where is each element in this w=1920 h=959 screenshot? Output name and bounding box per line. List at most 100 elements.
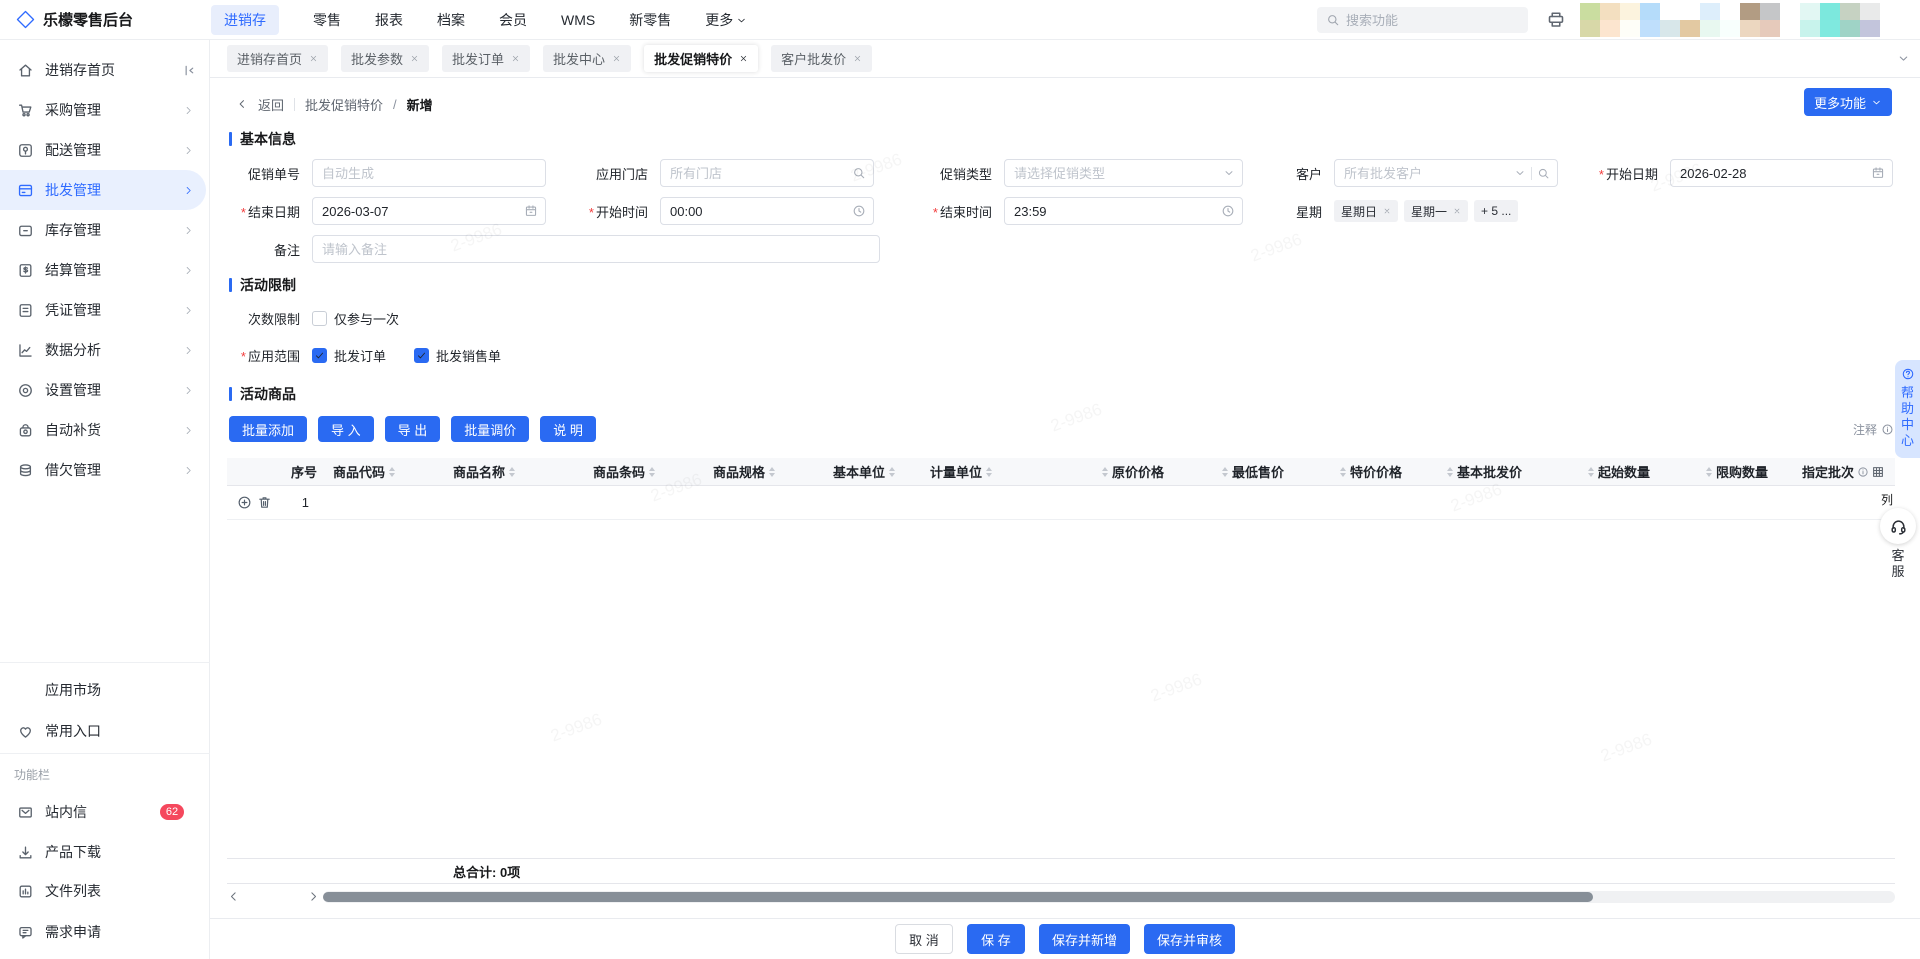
export-button[interactable]: 导 出 xyxy=(384,416,441,442)
clock-icon[interactable] xyxy=(852,204,866,218)
info-icon[interactable] xyxy=(1857,466,1869,478)
scroll-right-icon[interactable] xyxy=(307,890,320,903)
search-input[interactable] xyxy=(1346,12,1496,28)
scrollbar-thumb[interactable] xyxy=(323,892,1593,902)
batch-add-button[interactable]: 批量添加 xyxy=(229,416,308,442)
chevron-down-icon[interactable] xyxy=(1223,167,1235,179)
nav-dangan[interactable]: 档案 xyxy=(437,10,465,30)
global-search[interactable] xyxy=(1317,7,1528,33)
sort-icon[interactable] xyxy=(769,466,776,477)
sidebar-item-inventory[interactable]: 库存管理 xyxy=(0,210,206,250)
breadcrumb-parent[interactable]: 批发促销特价 xyxy=(305,95,383,114)
end-date-input[interactable] xyxy=(313,198,545,224)
promo-type-select[interactable] xyxy=(1005,160,1242,186)
save-button[interactable]: 保 存 xyxy=(966,924,1025,954)
instructions-button[interactable]: 说 明 xyxy=(540,416,596,442)
sidebar-item-analytics[interactable]: 数据分析 xyxy=(0,330,206,370)
sidebar-item-product-download[interactable]: 产品下载 xyxy=(0,832,206,872)
sidebar-item-wholesale[interactable]: 批发管理 xyxy=(0,170,206,210)
sidebar-item-settings[interactable]: 设置管理 xyxy=(0,370,206,410)
chevron-down-icon[interactable] xyxy=(1514,167,1526,179)
sidebar-item-request[interactable]: 需求申请 xyxy=(0,912,206,952)
close-icon[interactable] xyxy=(1383,207,1391,215)
sidebar-item-messages[interactable]: 站内信 62 xyxy=(0,792,206,832)
calendar-icon[interactable] xyxy=(1871,166,1885,180)
close-icon[interactable] xyxy=(1453,207,1461,215)
sort-icon[interactable] xyxy=(889,466,896,477)
nav-jinxiaocun[interactable]: 进销存 xyxy=(211,4,279,35)
import-button[interactable]: 导 入 xyxy=(318,416,374,442)
nav-xinlingshou[interactable]: 新零售 xyxy=(629,10,671,30)
column-settings-label[interactable]: 列 xyxy=(1881,491,1893,508)
sidebar-item-favorites[interactable]: 常用入口 xyxy=(0,711,206,751)
close-icon[interactable] xyxy=(612,54,621,63)
sort-icon[interactable] xyxy=(1221,466,1228,477)
sort-icon[interactable] xyxy=(649,466,656,477)
weekday-tag[interactable]: 星期一 xyxy=(1404,200,1469,222)
tab-customer-wholesale-price[interactable]: 客户批发价 xyxy=(771,45,873,72)
checkbox-label[interactable]: 仅参与一次 xyxy=(334,309,399,328)
col-special-price[interactable]: 特价价格 xyxy=(1292,462,1410,481)
help-center-tab[interactable]: 帮助中心 xyxy=(1895,360,1920,458)
col-base-wholesale-price[interactable]: 基本批发价 xyxy=(1410,462,1530,481)
sidebar-item-debt[interactable]: 借欠管理 xyxy=(0,450,206,490)
back-link[interactable]: 返回 xyxy=(258,95,284,114)
cancel-button[interactable]: 取 消 xyxy=(894,924,953,954)
close-icon[interactable] xyxy=(410,54,419,63)
nav-wms[interactable]: WMS xyxy=(561,12,595,28)
sort-icon[interactable] xyxy=(1446,466,1453,477)
tab-wholesale-params[interactable]: 批发参数 xyxy=(341,45,430,72)
customer-service-widget[interactable]: 客服 xyxy=(1879,508,1917,580)
scroll-left-icon[interactable] xyxy=(227,890,240,903)
col-limit-qty[interactable]: 限购数量 xyxy=(1658,462,1776,481)
sidebar-collapse-icon[interactable] xyxy=(181,63,196,78)
tab-jinxiaocun-home[interactable]: 进销存首页 xyxy=(227,45,329,72)
add-row-icon[interactable] xyxy=(237,495,252,510)
save-and-audit-button[interactable]: 保存并审核 xyxy=(1144,924,1236,954)
search-icon[interactable] xyxy=(852,166,866,180)
sidebar-item-settlement[interactable]: 结算管理 xyxy=(0,250,206,290)
col-product-code[interactable]: 商品代码 xyxy=(325,462,445,481)
sidebar-item-home[interactable]: 进销存首页 xyxy=(0,50,206,90)
start-date-input[interactable] xyxy=(1671,160,1892,186)
batch-price-adjust-button[interactable]: 批量调价 xyxy=(451,416,530,442)
chevron-left-icon[interactable] xyxy=(236,98,248,110)
scope-wholesale-sale-checkbox[interactable] xyxy=(414,348,430,363)
tab-wholesale-orders[interactable]: 批发订单 xyxy=(442,45,531,72)
promo-no-input[interactable] xyxy=(313,160,545,186)
sidebar-item-app-market[interactable]: 应用市场 xyxy=(0,670,206,710)
save-and-new-button[interactable]: 保存并新增 xyxy=(1038,924,1130,954)
sort-icon[interactable] xyxy=(986,466,993,477)
col-original-price[interactable]: 原价价格 xyxy=(1032,462,1172,481)
column-settings-button[interactable] xyxy=(1871,465,1893,479)
sort-icon[interactable] xyxy=(1587,466,1594,477)
weekday-tag[interactable]: 星期日 xyxy=(1334,200,1399,222)
sidebar-item-delivery[interactable]: 配送管理 xyxy=(0,130,206,170)
sort-icon[interactable] xyxy=(509,466,516,477)
nav-baobiao[interactable]: 报表 xyxy=(375,10,403,30)
annotation-toggle[interactable]: 注释 xyxy=(1853,421,1894,438)
scrollbar-track[interactable] xyxy=(323,891,1895,903)
clock-icon[interactable] xyxy=(1221,204,1235,218)
delete-row-icon[interactable] xyxy=(257,495,272,510)
printer-icon[interactable] xyxy=(1546,9,1566,32)
sort-icon[interactable] xyxy=(389,466,396,477)
col-start-qty[interactable]: 起始数量 xyxy=(1530,462,1658,481)
remark-input[interactable] xyxy=(313,236,879,262)
tabs-dropdown-icon[interactable] xyxy=(1897,52,1910,65)
nav-more[interactable]: 更多 xyxy=(705,10,747,30)
calendar-icon[interactable] xyxy=(524,204,538,218)
close-icon[interactable] xyxy=(853,54,862,63)
col-base-unit[interactable]: 基本单位 xyxy=(825,462,922,481)
app-logo[interactable]: 乐檬零售后台 xyxy=(16,9,133,30)
scope-wholesale-order-checkbox[interactable] xyxy=(312,348,327,363)
close-icon[interactable] xyxy=(739,54,748,63)
end-time-input[interactable] xyxy=(1005,198,1242,224)
sidebar-item-replenish[interactable]: 自动补货 xyxy=(0,410,206,450)
nav-lingshou[interactable]: 零售 xyxy=(313,10,341,30)
col-product-name[interactable]: 商品名称 xyxy=(445,462,585,481)
sidebar-item-file-list[interactable]: 文件列表 xyxy=(0,871,206,911)
more-functions-button[interactable]: 更多功能 xyxy=(1804,88,1892,116)
tab-wholesale-center[interactable]: 批发中心 xyxy=(543,45,632,72)
col-barcode[interactable]: 商品条码 xyxy=(585,462,705,481)
